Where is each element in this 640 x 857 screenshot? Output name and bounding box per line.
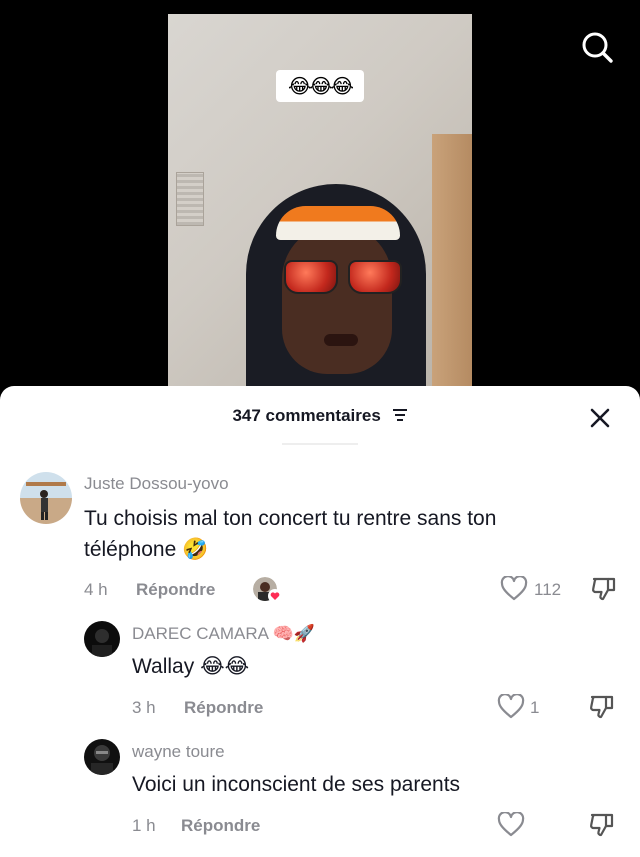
comments-header: 347 commentaires (0, 386, 640, 445)
dislike-icon[interactable] (590, 575, 618, 603)
header-divider (282, 443, 358, 445)
like-count: 112 (534, 580, 562, 599)
video-wall-background (432, 134, 472, 386)
video-player[interactable]: 😂😂😂 (168, 14, 472, 386)
comment-username[interactable]: Juste Dossou-yovo (84, 474, 229, 494)
reply-button[interactable]: Répondre (136, 580, 215, 600)
avatar[interactable] (20, 472, 72, 524)
liked-by-creator-heart-icon (268, 589, 282, 603)
comment-time: 3 h (132, 698, 156, 717)
comment-text: Tu choisis mal ton concert tu rentre san… (84, 507, 497, 530)
reply-button[interactable]: Répondre (181, 816, 260, 836)
avatar[interactable] (84, 621, 120, 657)
comment-count[interactable]: 347 commentaires (0, 406, 640, 427)
video-overlay-sticker: 😂😂😂 (276, 70, 364, 102)
dislike-icon[interactable] (588, 811, 616, 839)
filter-icon[interactable] (392, 407, 408, 427)
comment-text: Wallay 😂😂 (132, 655, 250, 678)
comment-text: Voici un inconscient de ses parents (132, 773, 461, 796)
comment-count-label: 347 commentaires (232, 406, 381, 425)
dislike-icon[interactable] (588, 693, 616, 721)
avatar[interactable] (84, 739, 120, 775)
comment-username[interactable]: wayne toure (132, 742, 225, 762)
comments-sheet: 347 commentaires Juste Dossou-yovo Tu ch… (0, 386, 640, 857)
heart-icon[interactable] (500, 575, 528, 602)
video-person (246, 184, 426, 386)
video-wall-vent (176, 172, 204, 226)
search-icon[interactable] (580, 30, 614, 64)
close-icon[interactable] (584, 402, 616, 434)
reply-button[interactable]: Répondre (184, 698, 263, 718)
comment-username[interactable]: DAREC CAMARA 🧠🚀 (132, 624, 315, 644)
comment-time: 1 h (132, 816, 156, 835)
heart-icon[interactable] (497, 693, 525, 720)
comment-text: téléphone 🤣 (84, 538, 209, 561)
comment-time: 4 h (84, 580, 108, 599)
like-count: 1 (530, 698, 540, 717)
heart-icon[interactable] (497, 811, 525, 838)
